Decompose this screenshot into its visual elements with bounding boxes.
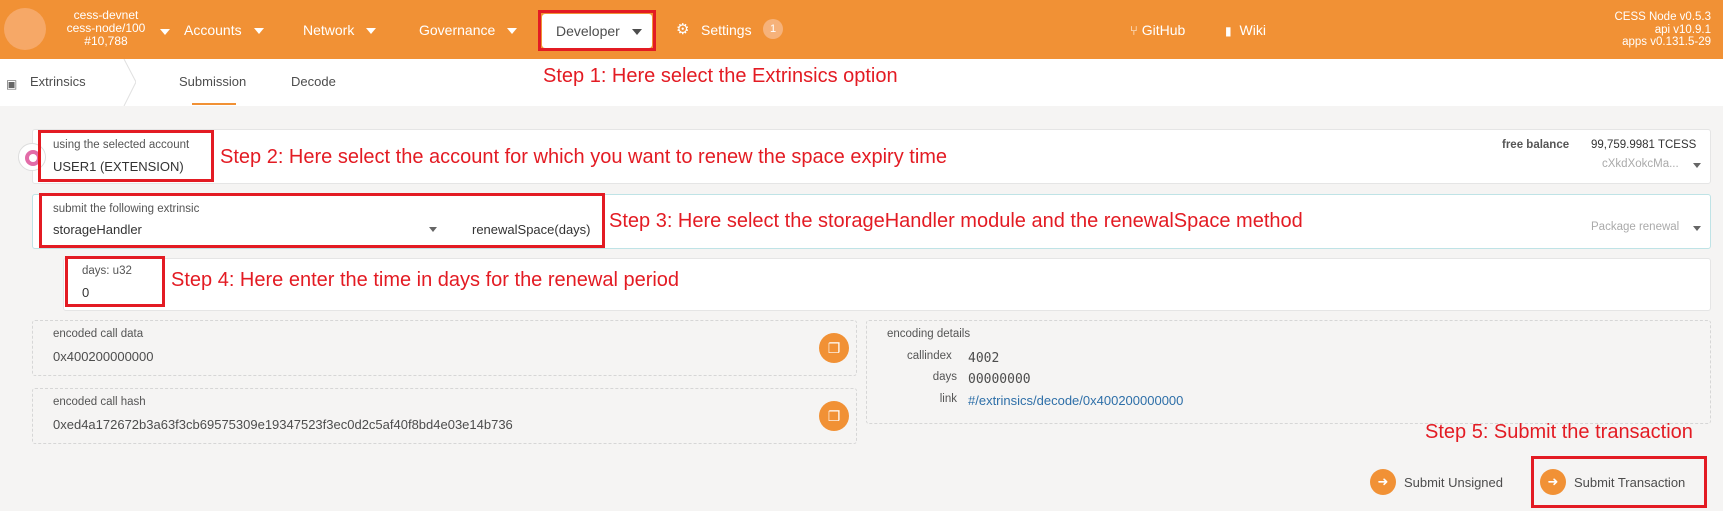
- apps-version: apps v0.131.5-29: [1622, 36, 1711, 48]
- copy-icon[interactable]: ❐: [819, 401, 849, 431]
- submit-unsigned-button[interactable]: ➜ Submit Unsigned: [1370, 469, 1520, 495]
- chevron-down-icon: [1693, 163, 1701, 168]
- chevron-down-icon: [160, 29, 170, 35]
- block-number: #10,788: [84, 34, 128, 48]
- branch-icon: ⑂: [1130, 23, 1138, 38]
- breadcrumb-divider: [123, 59, 136, 106]
- account-address: cXkdXokcMa...: [1602, 158, 1679, 170]
- nav-accounts[interactable]: Accounts: [184, 20, 264, 40]
- days-encoded-value: 00000000: [968, 372, 1031, 387]
- call-data-value: 0x400200000000: [53, 349, 154, 364]
- days-label: days: [932, 371, 957, 383]
- free-balance-value: 99,759.9981 TCESS: [1591, 139, 1697, 151]
- free-balance-label: free balance: [1502, 139, 1570, 151]
- step2-annotation: Step 2: Here select the account for whic…: [220, 146, 948, 168]
- highlight-developer: [538, 10, 656, 51]
- copy-icon[interactable]: ❐: [819, 333, 849, 363]
- chevron-down-icon: [507, 28, 518, 35]
- nav-settings[interactable]: Settings: [701, 20, 752, 40]
- chevron-down-icon: [1693, 226, 1701, 231]
- book-icon: ▮: [1225, 24, 1232, 38]
- step4-annotation: Step 4: Here enter the time in days for …: [171, 269, 680, 291]
- highlight-submit: [1531, 456, 1707, 508]
- encoding-details: encoding details callindex 4002 days 000…: [866, 320, 1711, 424]
- encoded-call-hash: encoded call hash 0xed4a172672b3a63f3cb6…: [32, 388, 857, 444]
- highlight-account: [38, 130, 214, 182]
- tab-submission[interactable]: Submission: [179, 74, 246, 89]
- callindex-label: callindex: [907, 350, 952, 362]
- chevron-down-icon: [366, 28, 377, 35]
- method-doc: Package renewal: [1591, 221, 1680, 233]
- active-tab-indicator: [192, 103, 236, 105]
- github-link[interactable]: ⑂ GitHub: [1130, 20, 1185, 41]
- version-info: CESS Node v0.5.3 api v10.9.1 apps v0.131…: [1614, 11, 1711, 49]
- nav-governance[interactable]: Governance: [419, 20, 518, 40]
- step5-annotation: Step 5: Submit the transaction: [1425, 421, 1693, 443]
- settings-badge: 1: [763, 19, 783, 39]
- step3-annotation: Step 3: Here select the storageHandler m…: [609, 210, 1303, 232]
- sign-in-icon: ➜: [1370, 469, 1396, 495]
- decode-link[interactable]: #/extrinsics/decode/0x400200000000: [968, 393, 1183, 408]
- highlight-days: [65, 256, 165, 307]
- extrinsics-icon: ▣: [6, 77, 18, 91]
- call-hash-value: 0xed4a172672b3a63f3cb69575309e19347523f3…: [53, 417, 513, 432]
- highlight-extrinsic: [39, 193, 605, 248]
- wiki-link[interactable]: ▮ Wiki: [1225, 20, 1266, 41]
- tab-decode[interactable]: Decode: [291, 74, 336, 89]
- gear-icon: ⚙: [676, 21, 690, 38]
- api-version: api v10.9.1: [1654, 23, 1711, 36]
- nav-network[interactable]: Network: [303, 20, 377, 40]
- encoding-label: encoding details: [887, 328, 971, 340]
- step1-annotation: Step 1: Here select the Extrinsics optio…: [543, 65, 898, 87]
- call-data-label: encoded call data: [53, 328, 144, 340]
- callindex-value: 4002: [968, 351, 1000, 366]
- section-title: Extrinsics: [30, 74, 86, 89]
- chain-selector[interactable]: cess-devnet cess-node/100 #10,788: [52, 9, 170, 48]
- top-bar: cess-devnet cess-node/100 #10,788 Accoun…: [0, 0, 1723, 59]
- chain-logo[interactable]: [4, 8, 46, 50]
- call-hash-label: encoded call hash: [53, 396, 146, 408]
- node-version: CESS Node v0.5.3: [1614, 11, 1711, 23]
- link-label: link: [939, 393, 957, 405]
- encoded-call-data: encoded call data 0x400200000000 ❐: [32, 320, 857, 376]
- chevron-down-icon: [253, 28, 264, 35]
